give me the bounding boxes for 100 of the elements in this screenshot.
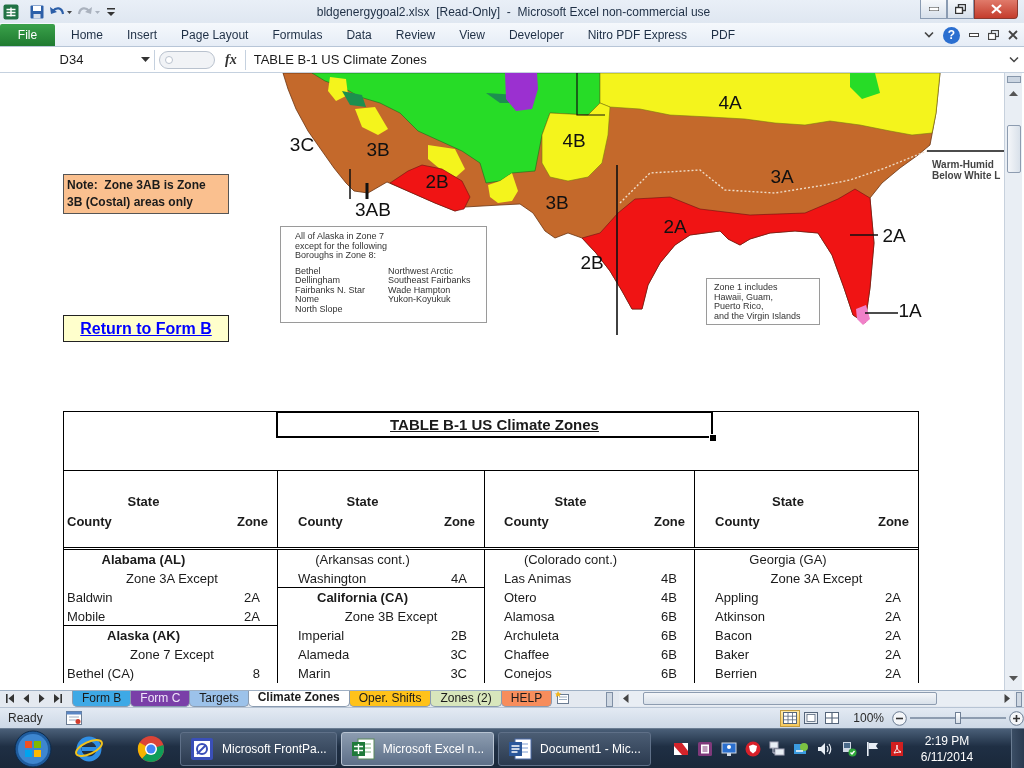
zone-value: 2A [885, 646, 901, 664]
sheet-tab[interactable]: Form C [130, 691, 191, 707]
scroll-left-icon[interactable] [623, 694, 629, 703]
next-sheet-icon[interactable] [38, 694, 45, 703]
taskbar-button[interactable]: Microsoft Excel n... [340, 731, 495, 766]
zoom-slider[interactable] [910, 711, 1006, 725]
notebook-icon[interactable] [696, 740, 713, 757]
exception-note: Zone 7 Except [130, 647, 214, 662]
borough-name: Dellingham [295, 276, 342, 286]
return-link[interactable]: Return to Form B [63, 315, 229, 342]
ribbon-tab[interactable]: Data [334, 24, 384, 46]
badge-icon[interactable] [744, 740, 761, 757]
scroll-right-icon[interactable] [1004, 694, 1010, 703]
zone-value: 6B [661, 627, 677, 645]
column-heading: Zone [236, 513, 268, 531]
legend-note: Zone 1 includes Hawaii, Guam, Puerto Rico, and the Virgin Islands [706, 278, 820, 325]
borough-name: Yukon-Koyukuk [388, 295, 452, 305]
county-name: Las Animas [504, 570, 572, 588]
table-title: TABLE B-1 US Climate Zones [276, 412, 713, 438]
help-button[interactable]: ? [943, 26, 960, 44]
exception-note: Zone 3A Except [770, 571, 863, 586]
zone-label: 3C [289, 135, 315, 155]
ribbon-tab[interactable]: Developer [496, 24, 576, 46]
county-name: Bacon [715, 627, 752, 645]
previous-sheet-icon[interactable] [23, 694, 30, 703]
new-sheet-icon[interactable] [555, 691, 572, 704]
zoom-level-button[interactable]: 100% [843, 711, 892, 725]
ribbon-tab[interactable]: View [447, 24, 497, 46]
scroll-up-icon[interactable] [1009, 91, 1018, 97]
ribbon-tab[interactable]: Insert [115, 24, 170, 46]
macro-record-icon[interactable] [66, 711, 82, 725]
restore-button[interactable] [947, 0, 974, 19]
restore-icon[interactable] [988, 30, 999, 40]
zoom-out-icon[interactable] [892, 710, 907, 726]
close-icon[interactable] [1008, 30, 1018, 40]
formula-field[interactable]: TABLE B-1 US Climate Zones [244, 49, 1004, 70]
normal-view-button[interactable] [780, 709, 801, 727]
zone-label: 3AB [355, 200, 391, 220]
app-logo-icon[interactable] [3, 3, 19, 20]
device-check-icon[interactable] [840, 740, 857, 757]
first-sheet-icon[interactable] [6, 694, 15, 703]
column-heading: Zone [653, 513, 685, 531]
column-heading: Zone [443, 513, 475, 531]
save-icon[interactable] [29, 3, 45, 20]
network-icon[interactable] [768, 740, 785, 757]
close-button[interactable] [974, 0, 1018, 19]
expand-icon[interactable] [1009, 56, 1019, 63]
borough-name: Wade Hampton [388, 285, 452, 295]
borough-name: North Slope [295, 304, 344, 314]
scroll-down-icon[interactable] [1009, 676, 1018, 682]
browser-icon[interactable] [136, 733, 166, 764]
leader-line [365, 183, 369, 199]
vertical-scrollbar[interactable] [1004, 73, 1022, 690]
sheet-tab[interactable]: Targets [189, 691, 249, 707]
leader-line [864, 312, 899, 314]
scrollbar-thumb[interactable] [643, 692, 937, 705]
monitor-icon[interactable] [720, 740, 737, 757]
zone-label: 2A [663, 217, 687, 237]
sheet-tab[interactable]: Climate Zones [247, 691, 350, 707]
file-tab[interactable]: File [0, 24, 55, 46]
spreadsheet-icon [350, 736, 375, 761]
page-icon [804, 712, 819, 724]
ribbon-tab[interactable]: PDF [699, 24, 747, 46]
insert-function-button[interactable]: fx [215, 51, 245, 68]
ribbon-tab[interactable]: Formulas [260, 24, 335, 46]
sheet-tab[interactable]: Zones (2) [430, 691, 502, 707]
zoom-in-icon[interactable] [1009, 710, 1024, 726]
borough-name: Bethel [295, 266, 322, 276]
ribbon-tab[interactable]: Review [383, 24, 448, 46]
name-box[interactable]: D34 [2, 49, 155, 70]
ribbon-tab[interactable]: Home [59, 24, 115, 46]
last-sheet-icon[interactable] [53, 694, 62, 703]
striped-square-icon[interactable] [672, 740, 689, 757]
caret-icon[interactable] [141, 56, 150, 63]
fill-handle[interactable] [709, 434, 717, 442]
ribbon-tab[interactable]: Nitro PDF Express [575, 24, 699, 46]
flag-icon[interactable] [864, 740, 881, 757]
window-title: bldgenergygoal2.xlsx [Read-Only] - Microsoft Excel non-commercial use [315, 4, 712, 19]
horizontal-scrollbar[interactable] [619, 691, 1014, 706]
ribbon-tab[interactable]: Page Layout [169, 24, 261, 46]
clock-button[interactable]: 2:19 PM 6/11/2014 [916, 732, 978, 765]
scrollbar-thumb[interactable] [1006, 125, 1021, 173]
sheet-tab[interactable]: Form B [72, 691, 132, 707]
start-button[interactable] [14, 729, 52, 768]
zone-label: 3A [770, 167, 794, 187]
split-handle[interactable] [606, 692, 613, 707]
taskbar-button[interactable]: Microsoft FrontPa... [180, 731, 337, 766]
document-icon[interactable] [888, 740, 905, 757]
sheet-tab[interactable]: HELP [500, 691, 553, 707]
minimize-icon[interactable] [969, 33, 979, 37]
zoom-slider-thumb[interactable] [955, 712, 961, 724]
zone-value: 2A [885, 589, 901, 607]
collapse-ribbon-icon[interactable] [924, 31, 934, 39]
sheet-tab[interactable]: Oper. Shifts [348, 691, 432, 707]
state-heading: Alabama (AL) [101, 552, 186, 567]
column-heading: County [504, 513, 549, 531]
taskbar-button[interactable]: Document1 - Mic... [498, 731, 651, 766]
resize-handle-icon[interactable] [159, 50, 215, 69]
split-box[interactable] [1006, 76, 1021, 83]
column-heading: County [298, 513, 343, 531]
